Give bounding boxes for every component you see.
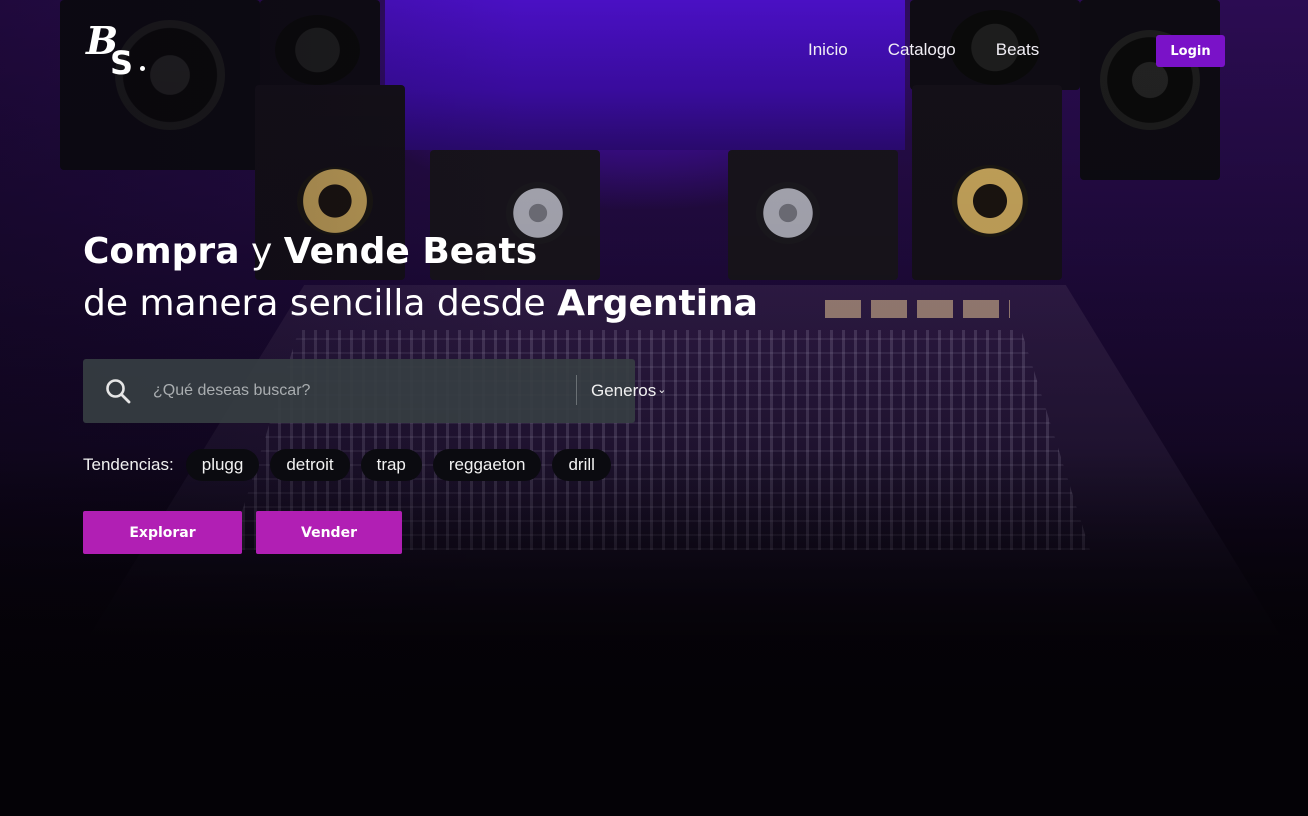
headline-word: Argentina (557, 283, 758, 324)
nav-catalogo[interactable]: Catalogo (888, 40, 956, 60)
headline-word: y (250, 231, 273, 272)
genres-dropdown[interactable]: Generos⌄ (591, 381, 666, 401)
headline-word: Compra (83, 231, 240, 272)
search-input[interactable] (153, 377, 563, 405)
login-button[interactable]: Login (1156, 35, 1225, 67)
search-bar: Generos⌄ (83, 359, 666, 423)
tag-reggaeton[interactable]: reggaeton (432, 449, 542, 481)
main-nav: Inicio Catalogo Beats (808, 40, 1079, 60)
chevron-down-icon: ⌄ (657, 384, 667, 396)
tag-plugg[interactable]: plugg (185, 449, 260, 481)
search-divider (576, 375, 577, 405)
sell-button[interactable]: Vender (256, 511, 402, 554)
headline-word: de manera sencilla desde (83, 283, 546, 324)
explore-button[interactable]: Explorar (83, 511, 242, 554)
tag-drill[interactable]: drill (552, 449, 611, 481)
site-logo[interactable]: BS (86, 18, 152, 84)
headline-word: Vende Beats (283, 231, 538, 272)
tag-trap[interactable]: trap (360, 449, 422, 481)
genres-label: Generos (591, 381, 657, 400)
nav-inicio[interactable]: Inicio (808, 40, 848, 60)
search-icon[interactable] (105, 378, 131, 404)
trending-tags: Tendencias: plugg detroit trap reggaeton… (83, 449, 622, 481)
trends-label: Tendencias: (83, 455, 174, 474)
tag-detroit[interactable]: detroit (270, 449, 350, 481)
hero-headline: Compra y Vende Beats de manera sencilla … (83, 226, 758, 330)
nav-beats[interactable]: Beats (996, 40, 1039, 60)
